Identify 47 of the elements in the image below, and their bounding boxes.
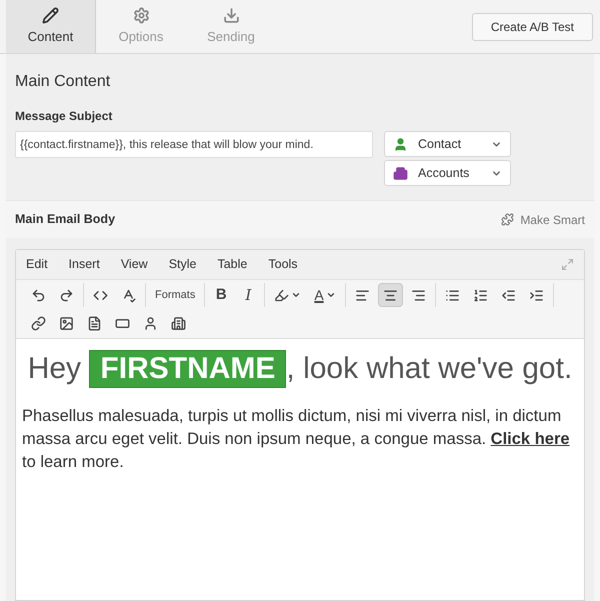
section-title: Main Content (15, 72, 112, 92)
building-icon (171, 316, 186, 330)
document-icon (87, 316, 102, 330)
menu-item[interactable]: View (120, 255, 148, 274)
firstname-token: FIRSTNAME (89, 350, 286, 388)
align-right-icon (410, 288, 426, 302)
font-color-button[interactable]: A (309, 283, 341, 307)
image-icon (59, 316, 74, 330)
menu-item[interactable]: Edit (26, 255, 48, 274)
outdent-icon (500, 288, 516, 302)
settings-icon (132, 6, 150, 24)
align-center-icon (382, 288, 398, 302)
heading-text: Hey (28, 352, 82, 385)
italic-button[interactable]: I (236, 283, 260, 307)
section-title: Main Email Body (15, 211, 116, 228)
subject-field[interactable]: {{contact.firstname}}, this release that will blow your mind. (15, 131, 373, 158)
highlighter-icon (274, 288, 290, 302)
pencil-icon (42, 6, 59, 24)
indent-icon (528, 288, 544, 302)
formats-button[interactable]: Formats (150, 283, 200, 307)
create-ab-test-button[interactable]: Create A/B Test (472, 12, 593, 40)
bold-button[interactable]: B (209, 283, 234, 307)
redo-icon (59, 288, 74, 302)
undo-icon (31, 288, 46, 302)
spellcheck-icon (121, 288, 136, 302)
caret-icon (291, 290, 302, 300)
click-here-link[interactable]: Click here (490, 430, 570, 448)
numbered-list-icon (472, 288, 488, 302)
menu-item[interactable]: Style (168, 255, 196, 274)
align-center-button[interactable] (378, 283, 403, 307)
caret-icon (326, 290, 336, 300)
menu-item[interactable]: Insert (68, 255, 100, 274)
heading-text: , look what we've got. (286, 352, 572, 385)
variable-dropdown[interactable]: Contact (384, 131, 511, 157)
download-icon (222, 6, 240, 24)
align-left-icon (354, 288, 370, 302)
variable-dropdown[interactable]: Accounts (384, 160, 511, 186)
tab[interactable]: Content (6, 0, 96, 53)
make-smart-button[interactable]: Make Smart (501, 210, 585, 228)
bullet-list-icon (444, 288, 460, 302)
field-label: Message Subject (15, 108, 114, 125)
link-icon (31, 316, 46, 330)
puzzle-icon (501, 213, 514, 226)
person-icon (143, 316, 158, 330)
menu-item[interactable]: Tools (268, 255, 298, 274)
menu-item[interactable]: Table (217, 255, 248, 274)
body-paragraph: Phasellus malesuada, turpis ut mollis dictum, nisi mi viverra nisl, in dictum massa arcu eget velit. Duis non ipsum neque, a congue massa. Click here to learn more. (22, 406, 571, 473)
